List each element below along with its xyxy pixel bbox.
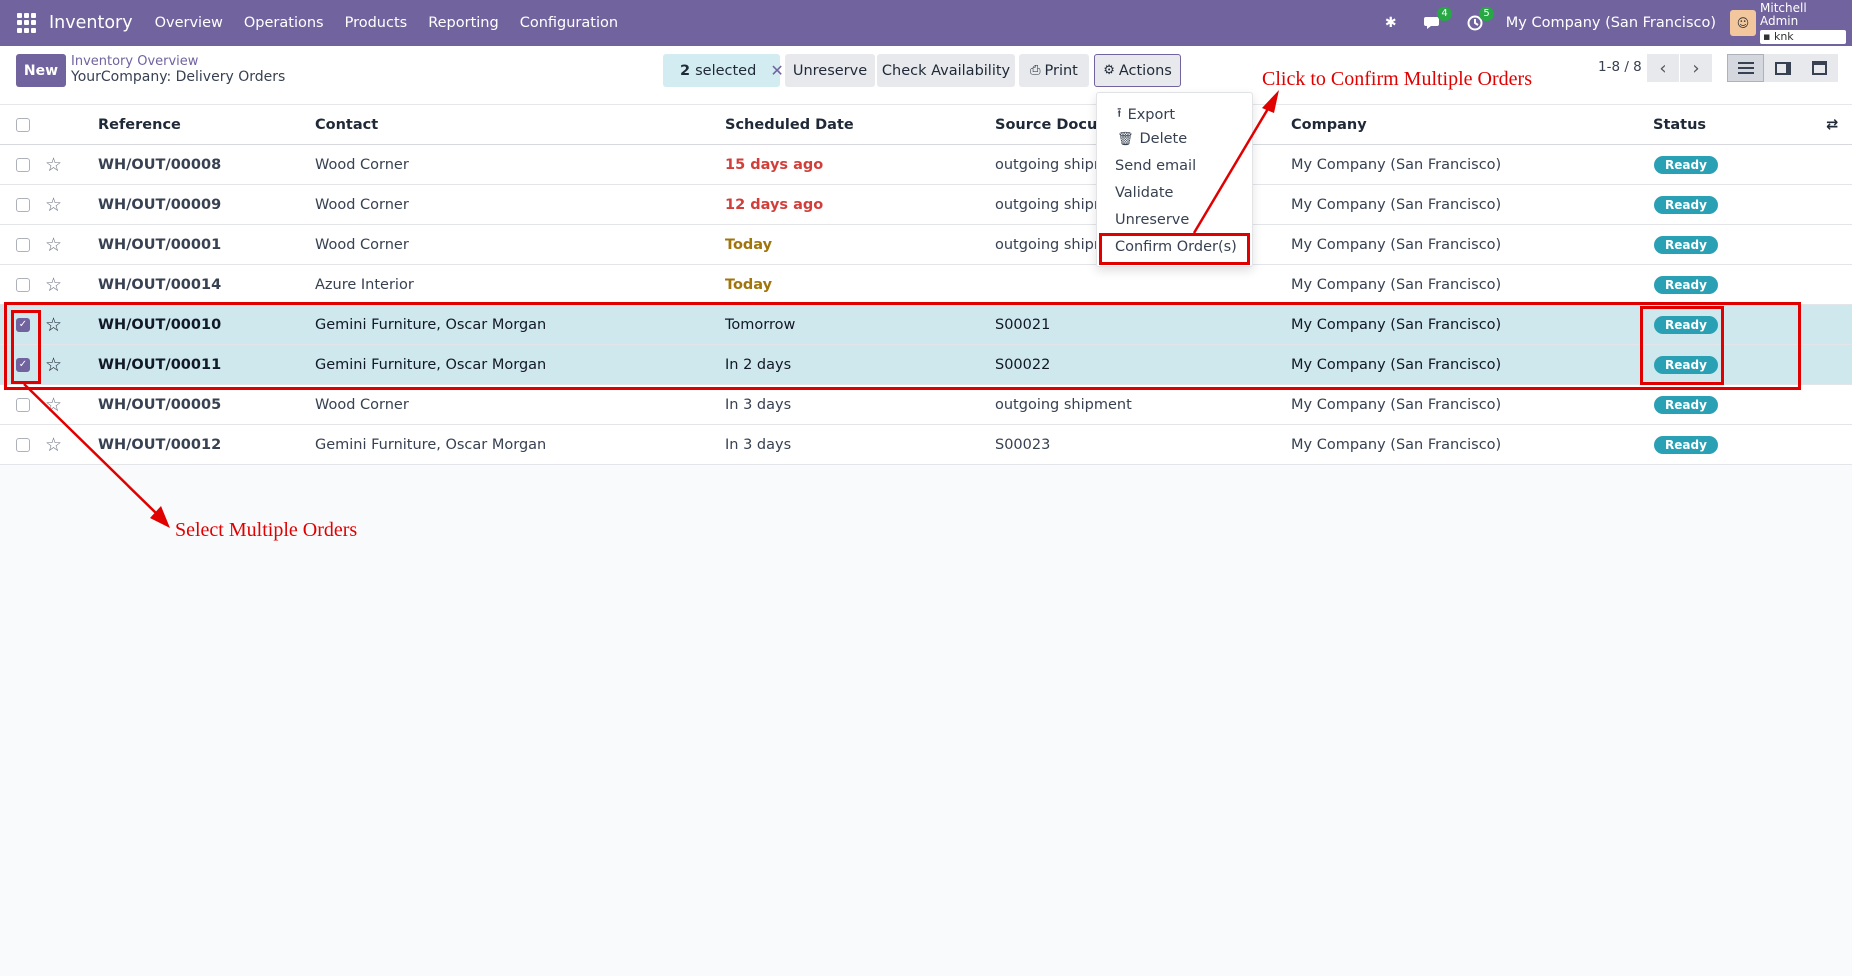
annotation-arrows xyxy=(23,90,1279,528)
arrow-head-confirm xyxy=(1262,90,1279,113)
confirm-hint-text: Click to Confirm Multiple Orders xyxy=(1262,68,1532,90)
select-hint-text: Select Multiple Orders xyxy=(175,519,358,541)
